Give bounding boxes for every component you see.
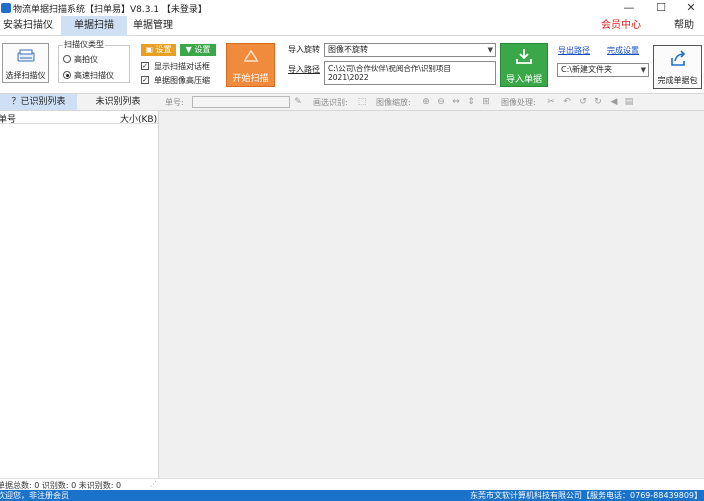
- fit-page-icon[interactable]: ⊞: [481, 97, 491, 107]
- scanner-icon: [17, 49, 35, 62]
- compress-label: 单据图像高压缩: [154, 76, 210, 85]
- previous-icon[interactable]: ◀: [609, 97, 619, 107]
- complete-pack-button[interactable]: 完成单据包: [653, 45, 702, 89]
- title-bar: 物流单据扫描系统【扫单易】V8.3.1 【未登录】 — ☐ ✕: [0, 0, 704, 16]
- rotate-left-icon[interactable]: ↺: [578, 97, 588, 107]
- fit-height-icon[interactable]: ⇕: [466, 97, 476, 107]
- show-dialog-label: 显示扫描对话框: [154, 62, 210, 71]
- tab-recognized[interactable]: ？已识别列表: [0, 94, 77, 110]
- import-docs-label: 导入单据: [505, 75, 542, 85]
- import-path-field[interactable]: C:\公司\合作伙伴\祝阅合作\识别项目 2021\2022: [324, 61, 496, 85]
- doc-no-input[interactable]: [192, 96, 290, 108]
- list-header: 单号 大小(KB): [0, 111, 158, 125]
- box-select-icon[interactable]: ⬚: [357, 97, 367, 107]
- folder-select-value: C:\新建文件夹: [561, 65, 612, 74]
- box-select-label: 画选识别:: [313, 98, 348, 107]
- zoom-out-icon[interactable]: ⊖: [436, 97, 446, 107]
- window-title: 物流单据扫描系统【扫单易】V8.3.1 【未登录】: [13, 5, 207, 15]
- menu-doc-scan[interactable]: 单据扫描: [61, 16, 127, 36]
- rotate-right-icon[interactable]: ↻: [593, 97, 603, 107]
- rotate-select-value: 图像不旋转: [328, 45, 368, 54]
- chevron-down-icon: ▼: [487, 46, 493, 54]
- company-info: 东莞市文软计算机科技有限公司【服务电话：0769-88439809】: [470, 491, 702, 500]
- doc-list-pane: 单号 大小(KB): [0, 111, 159, 478]
- select-scanner-label: 选择扫描仪: [5, 71, 46, 80]
- download-icon: [516, 49, 532, 64]
- image-preview-pane[interactable]: [159, 111, 704, 478]
- maximize-button[interactable]: ☐: [646, 0, 676, 16]
- complete-settings-link[interactable]: 完成设置: [607, 45, 639, 56]
- zoom-in-icon[interactable]: ⊕: [421, 97, 431, 107]
- radio-high-shot[interactable]: [63, 55, 71, 63]
- settings-button-2[interactable]: ▼ 设置: [180, 44, 216, 56]
- import-rotate-label: 导入旋转: [288, 45, 320, 54]
- radio-high-speed[interactable]: [63, 71, 71, 79]
- settings-button-1[interactable]: ▣ 设置: [141, 44, 176, 56]
- radio-high-speed-label: 高速扫描仪: [74, 71, 114, 80]
- settings-button-1-label: 设置: [155, 45, 172, 54]
- show-dialog-checkbox[interactable]: ✓: [141, 62, 149, 70]
- rotate-select[interactable]: 图像不旋转 ▼: [324, 43, 496, 57]
- compress-checkbox[interactable]: ✓: [141, 76, 149, 84]
- zoom-label: 图像缩放:: [376, 98, 411, 107]
- process-label: 图像处理:: [501, 98, 536, 107]
- scanner-type-label: 扫描仪类型: [63, 39, 105, 50]
- share-export-icon: [671, 50, 686, 66]
- folder-select[interactable]: C:\新建文件夹 ▼: [557, 63, 649, 77]
- settings-button-2-label: 设置: [194, 45, 211, 54]
- start-scan-label: 开始扫描: [232, 74, 269, 84]
- complete-pack-label: 完成单据包: [657, 76, 698, 85]
- menu-doc-manage[interactable]: 单据管理: [128, 16, 178, 36]
- welcome-text: 欢迎您，非注册会员: [0, 491, 69, 500]
- close-button[interactable]: ✕: [676, 0, 704, 16]
- status-bar: 欢迎您，非注册会员 东莞市文软计算机科技有限公司【服务电话：0769-88439…: [0, 490, 704, 501]
- count-bar: 单据总数: 0 识别数: 0 未识别数: 0 ⋰: [0, 478, 704, 490]
- edit-icon[interactable]: ✎: [293, 97, 303, 107]
- export-path-link[interactable]: 导出路径: [558, 45, 590, 56]
- col-doc-no[interactable]: 单号: [0, 112, 16, 125]
- tab-toolbar-row: ？已识别列表 未识别列表 单号: ✎ 画选识别: ⬚ 图像缩放: ⊕ ⊖ ⇔ ⇕…: [0, 94, 704, 111]
- resize-grip-icon[interactable]: ⋰: [150, 480, 157, 488]
- select-scanner-button[interactable]: 选择扫描仪: [2, 43, 49, 83]
- import-docs-button[interactable]: 导入单据: [500, 43, 548, 87]
- menu-install-scanner[interactable]: 安装扫描仪: [0, 16, 56, 36]
- scan-icon: [244, 49, 258, 62]
- menu-member-center[interactable]: 会员中心: [595, 16, 647, 36]
- ribbon: 选择扫描仪 扫描仪类型 高拍仪 高速扫描仪 ▣ 设置 ▼ 设置 ✓ 显示扫描对话…: [0, 36, 704, 94]
- radio-high-shot-label: 高拍仪: [74, 55, 98, 64]
- app-icon: [1, 3, 11, 13]
- fit-width-icon[interactable]: ⇔: [451, 97, 461, 107]
- menu-help[interactable]: 帮助: [664, 16, 704, 36]
- save-icon[interactable]: ▤: [624, 97, 634, 107]
- col-size[interactable]: 大小(KB): [120, 112, 157, 125]
- import-path-label[interactable]: 导入路径: [288, 64, 320, 75]
- undo-icon[interactable]: ↶: [562, 97, 572, 107]
- start-scan-button[interactable]: 开始扫描: [226, 43, 275, 87]
- settings-icon: ▣: [145, 45, 156, 54]
- tab-unrecognized[interactable]: 未识别列表: [79, 94, 157, 110]
- minimize-button[interactable]: —: [614, 0, 644, 16]
- doc-no-label: 单号:: [165, 98, 184, 107]
- menu-bar: 安装扫描仪 单据扫描 单据管理 会员中心 帮助: [0, 16, 704, 36]
- chevron-down-icon: ▼: [640, 66, 646, 74]
- crop-icon[interactable]: ✂: [546, 97, 556, 107]
